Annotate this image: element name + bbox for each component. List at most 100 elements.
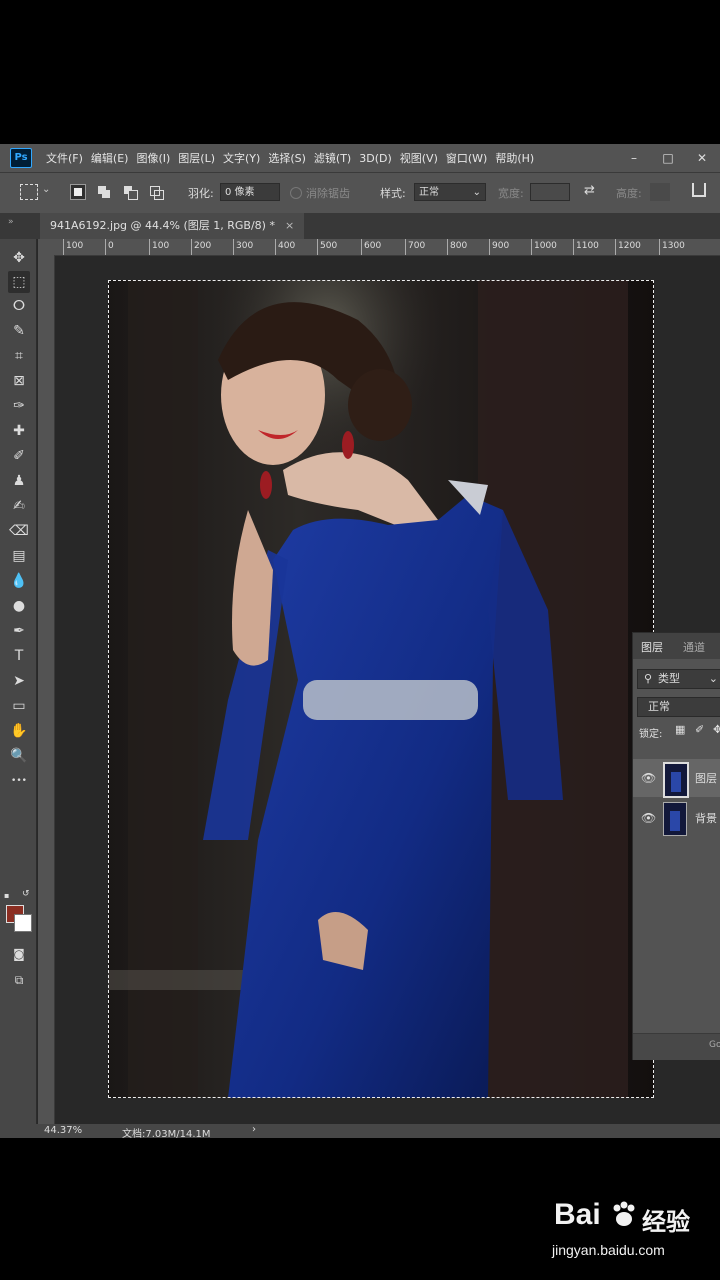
- tab-channels[interactable]: 通道: [683, 639, 705, 655]
- background-color-swatch[interactable]: [14, 914, 32, 932]
- marquee-preset-icon[interactable]: [20, 184, 38, 200]
- default-colors-icon[interactable]: ▪: [4, 891, 9, 900]
- intersect-selection-icon[interactable]: [148, 184, 164, 200]
- eraser-tool-icon[interactable]: ⌫: [8, 520, 30, 542]
- status-menu-arrow[interactable]: ›: [252, 1124, 256, 1135]
- menu-select[interactable]: 选择(S): [268, 150, 306, 166]
- document-tab[interactable]: 941A6192.jpg @ 44.4% (图层 1, RGB/8) * ×: [40, 213, 305, 239]
- panel-collapse-icon[interactable]: »: [8, 217, 14, 227]
- ruler-tick-mark: [615, 239, 616, 255]
- gradient-tool-icon[interactable]: ▤: [8, 545, 30, 567]
- lock-brush-icon[interactable]: ✐: [695, 723, 704, 736]
- ruler-tick-label: 800: [450, 241, 468, 251]
- rectangle-tool-icon[interactable]: ▭: [8, 695, 30, 717]
- pen-tool-icon[interactable]: ✒: [8, 620, 30, 642]
- crop-tool-icon[interactable]: ⌗: [8, 345, 30, 367]
- menu-image[interactable]: 图像(I): [136, 150, 170, 166]
- visibility-eye-icon[interactable]: 👁: [641, 811, 656, 825]
- blend-mode-select[interactable]: 正常: [637, 697, 720, 717]
- swap-colors-icon[interactable]: ↺: [22, 889, 30, 899]
- quick-select-tool-icon[interactable]: ✎: [8, 320, 30, 342]
- window-controls: – □ ✕: [626, 144, 710, 172]
- ruler-tick-mark: [63, 239, 64, 255]
- screen-mode-icon[interactable]: ⧉: [8, 969, 30, 991]
- ruler-tick-mark: [191, 239, 192, 255]
- minimize-button[interactable]: –: [626, 151, 642, 165]
- swap-icon[interactable]: ⇄: [584, 183, 595, 198]
- move-tool-icon[interactable]: ✥: [8, 247, 30, 269]
- quick-mask-icon[interactable]: ◙: [8, 943, 30, 965]
- layer-filter-select[interactable]: ⚲ 类型 ⌄: [637, 669, 720, 689]
- document-tab-title: 941A6192.jpg @ 44.4% (图层 1, RGB/8) *: [50, 219, 275, 232]
- antialias-label: 消除锯齿: [306, 187, 350, 200]
- brush-tool-icon[interactable]: ✐: [8, 445, 30, 467]
- menu-help[interactable]: 帮助(H): [495, 150, 534, 166]
- more-tools-icon[interactable]: •••: [8, 770, 30, 792]
- zoom-level[interactable]: 44.37%: [44, 1125, 82, 1136]
- menu-edit[interactable]: 编辑(E): [91, 150, 129, 166]
- menu-3d[interactable]: 3D(D): [359, 152, 392, 165]
- menu-file[interactable]: 文件(F): [46, 150, 83, 166]
- marquee-selection[interactable]: [108, 280, 654, 1098]
- antialias-checkbox[interactable]: [290, 187, 302, 199]
- style-value: 正常: [419, 187, 439, 198]
- marquee-tool-icon[interactable]: ⬚: [8, 271, 30, 293]
- frame-tool-icon[interactable]: ⊠: [8, 370, 30, 392]
- options-bar: ⌄ 羽化: 0 像素 消除锯齿 样式: 正常 ⌄ 宽度: ⇄ 高度:: [0, 172, 720, 214]
- hand-tool-icon[interactable]: ✋: [8, 720, 30, 742]
- vertical-ruler: [38, 255, 55, 1125]
- layer-filter-value: 类型: [658, 672, 680, 685]
- height-input[interactable]: [650, 183, 670, 201]
- blur-tool-icon[interactable]: 💧: [8, 570, 30, 592]
- canvas-area[interactable]: [55, 256, 720, 1125]
- footer-label: Go: [709, 1040, 720, 1050]
- document-tab-bar: » 941A6192.jpg @ 44.4% (图层 1, RGB/8) * ×: [0, 213, 720, 240]
- ruler-tick-label: 600: [364, 241, 382, 251]
- layer-row[interactable]: 👁 背景: [633, 799, 720, 837]
- chevron-down-icon: ⌄: [708, 672, 718, 685]
- ruler-tick-label: 100: [152, 241, 170, 251]
- ruler-tick-mark: [275, 239, 276, 255]
- style-select[interactable]: 正常 ⌄: [414, 183, 486, 201]
- menu-window[interactable]: 窗口(W): [446, 150, 487, 166]
- chevron-down-icon[interactable]: ⌄: [42, 184, 50, 195]
- dodge-tool-icon[interactable]: ●: [8, 595, 30, 617]
- watermark-brand: Bai: [554, 1198, 601, 1231]
- close-button[interactable]: ✕: [694, 151, 710, 165]
- ruler-tick-mark: [489, 239, 490, 255]
- ruler-tick-label: 500: [320, 241, 338, 251]
- tab-layers[interactable]: 图层: [641, 639, 663, 655]
- new-selection-icon[interactable]: [70, 184, 86, 200]
- layer-row[interactable]: 👁 图层: [633, 759, 720, 798]
- menu-type[interactable]: 文字(Y): [223, 150, 260, 166]
- feather-input[interactable]: 0 像素: [220, 183, 280, 201]
- stamp-tool-icon[interactable]: ♟: [8, 470, 30, 492]
- eyedropper-tool-icon[interactable]: ✑: [8, 395, 30, 417]
- menu-layer[interactable]: 图层(L): [178, 150, 215, 166]
- lock-position-icon[interactable]: ✥: [713, 723, 720, 736]
- menu-filter[interactable]: 滤镜(T): [314, 150, 351, 166]
- ruler-tick-mark: [531, 239, 532, 255]
- ruler-tick-label: 100: [66, 241, 84, 251]
- healing-brush-tool-icon[interactable]: ✚: [8, 420, 30, 442]
- history-brush-tool-icon[interactable]: ✍: [8, 495, 30, 517]
- zoom-tool-icon[interactable]: 🔍: [8, 745, 30, 767]
- ruler-tick-label: 0: [108, 241, 114, 251]
- width-input[interactable]: [530, 183, 570, 201]
- path-select-tool-icon[interactable]: ➤: [8, 670, 30, 692]
- lasso-tool-icon[interactable]: ⵔ: [8, 295, 30, 317]
- add-to-selection-icon[interactable]: [96, 184, 112, 200]
- subtract-from-selection-icon[interactable]: [122, 184, 138, 200]
- type-tool-icon[interactable]: T: [8, 645, 30, 667]
- restore-button[interactable]: □: [660, 151, 676, 165]
- layer-thumbnail: [663, 802, 687, 836]
- ruler-tick-mark: [317, 239, 318, 255]
- lock-transparent-icon[interactable]: ▦: [675, 723, 685, 736]
- status-bar: 44.37% 文档:7.03M/14.1M ›: [0, 1124, 720, 1138]
- chevron-down-icon: ⌄: [472, 187, 481, 198]
- share-icon[interactable]: [692, 183, 706, 197]
- watermark-url: jingyan.baidu.com: [552, 1242, 665, 1258]
- menu-view[interactable]: 视图(V): [400, 150, 438, 166]
- visibility-eye-icon[interactable]: 👁: [641, 771, 656, 785]
- close-tab-icon[interactable]: ×: [285, 219, 294, 232]
